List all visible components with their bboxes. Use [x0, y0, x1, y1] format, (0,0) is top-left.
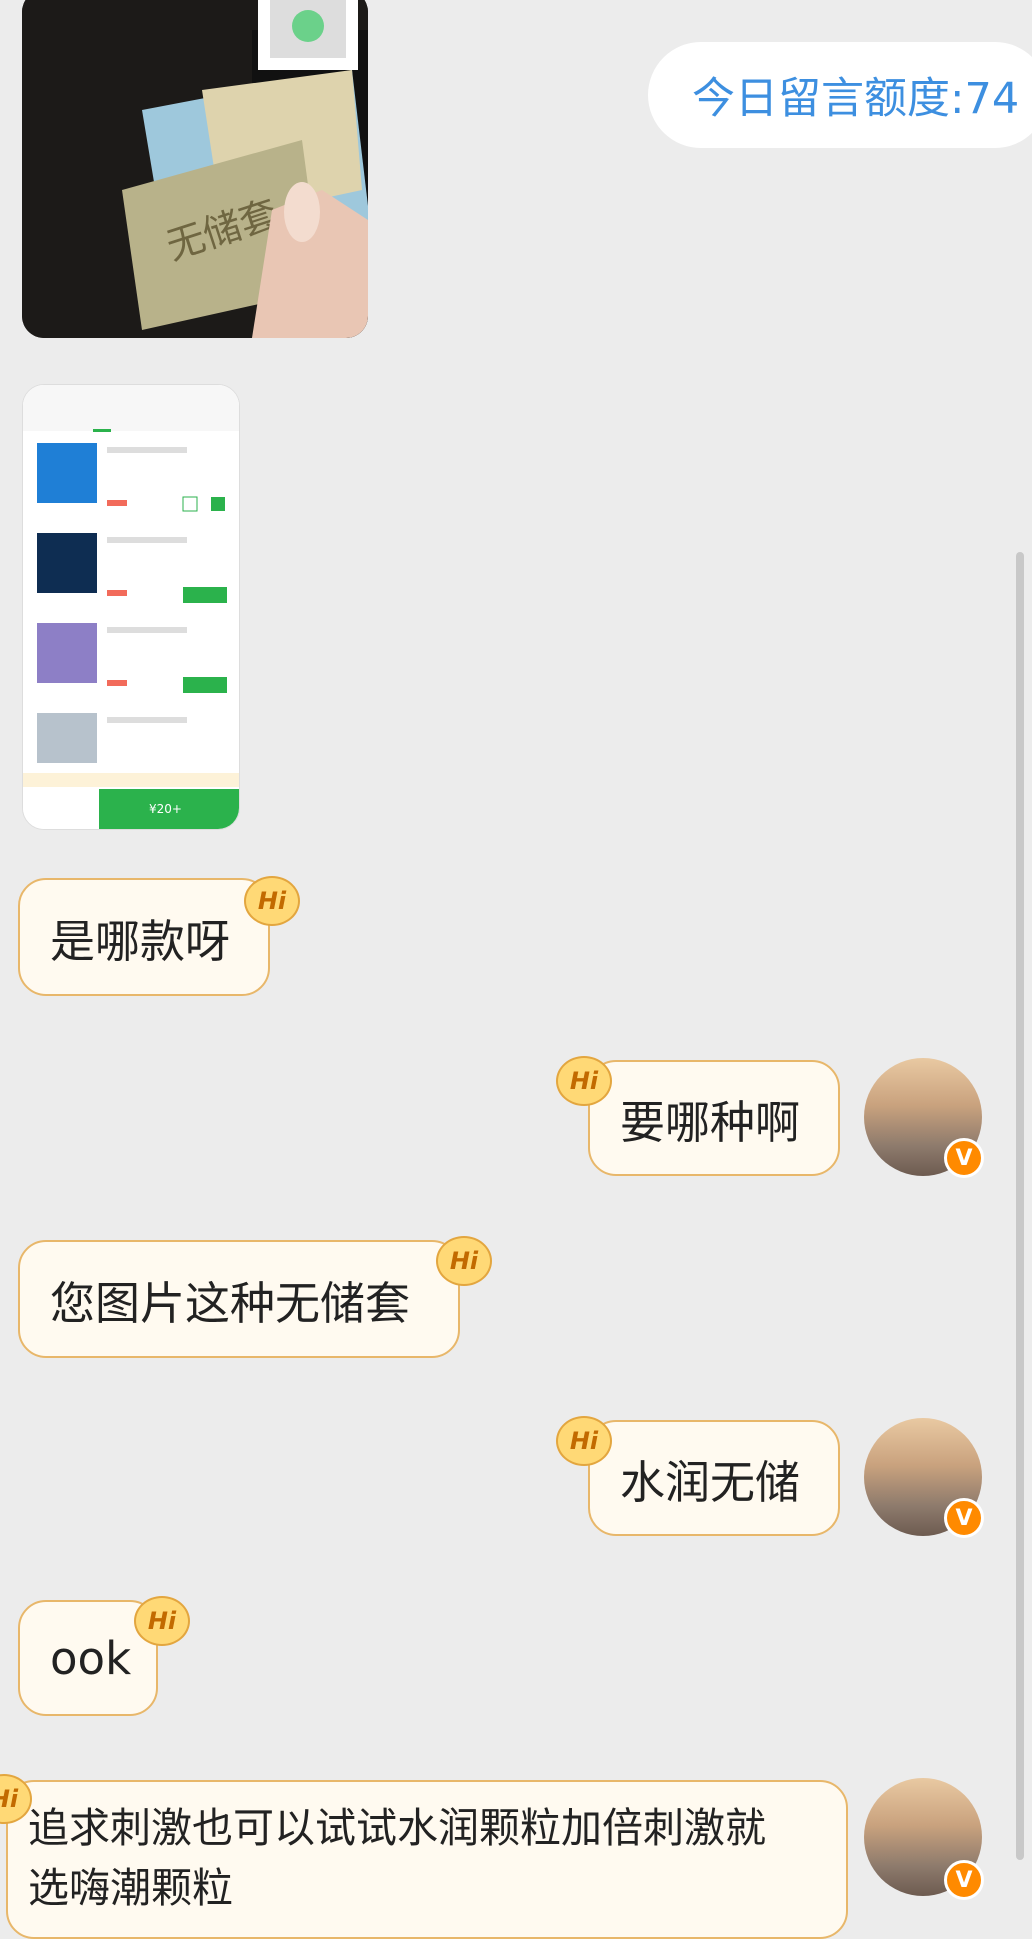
- message-text: 是哪款呀: [50, 914, 231, 968]
- message-text: 追求刺激也可以试试水润颗粒加倍刺激就选嗨潮颗粒: [28, 1804, 766, 1912]
- message-text: 水润无储: [620, 1455, 801, 1509]
- photo-image: 无储套: [22, 0, 368, 338]
- hi-badge: Hi: [556, 1056, 612, 1106]
- message-quota: 今日留言额度:74: [648, 42, 1032, 148]
- hi-badge: Hi: [134, 1596, 190, 1646]
- scrollbar[interactable]: [1016, 552, 1024, 1860]
- screenshot-image: ¥20+: [23, 385, 239, 829]
- verified-badge-icon: V: [944, 1860, 984, 1900]
- hi-badge: Hi: [244, 876, 300, 926]
- hi-badge: Hi: [556, 1416, 612, 1466]
- screenshot-message[interactable]: ¥20+: [22, 384, 240, 830]
- hi-badge: Hi: [436, 1236, 492, 1286]
- message-text: ook: [50, 1631, 132, 1685]
- chat-bubble-outgoing[interactable]: 追求刺激也可以试试水润颗粒加倍刺激就选嗨潮颗粒: [6, 1780, 848, 1939]
- chat-bubble-incoming[interactable]: 您图片这种无储套: [18, 1240, 460, 1358]
- message-text: 您图片这种无储套: [50, 1276, 411, 1330]
- verified-badge-icon: V: [944, 1138, 984, 1178]
- verified-badge-icon: V: [944, 1498, 984, 1538]
- screenshot-price: ¥20+: [149, 802, 182, 816]
- message-text: 要哪种啊: [620, 1095, 801, 1149]
- photo-message[interactable]: 无储套: [22, 0, 368, 338]
- chat-bubble-outgoing[interactable]: 水润无储: [588, 1420, 840, 1536]
- chat-bubble-incoming[interactable]: 是哪款呀: [18, 878, 270, 996]
- quota-label: 今日留言额度:74: [692, 74, 1020, 124]
- chat-bubble-outgoing[interactable]: 要哪种啊: [588, 1060, 840, 1176]
